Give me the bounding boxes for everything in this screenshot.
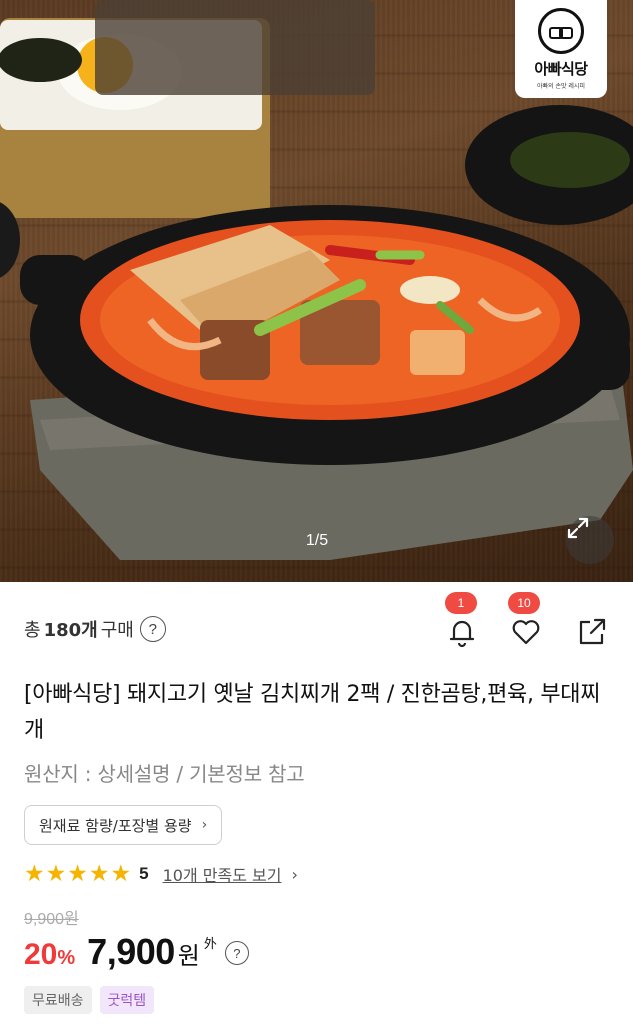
notification-badge: 1 xyxy=(445,592,477,614)
logo-subtext: 아빠의 손맛 레시피 xyxy=(537,83,585,90)
expand-image-button[interactable] xyxy=(566,516,614,564)
star-icon: ★ xyxy=(88,860,110,887)
like-button[interactable] xyxy=(506,612,546,652)
product-image-carousel[interactable]: 아빠식당 아빠의 손맛 레시피 1/5 xyxy=(0,0,633,582)
share-icon xyxy=(579,618,606,645)
logo-text: 아빠식당 xyxy=(534,60,588,78)
sale-price: 7,900 xyxy=(87,931,175,972)
discount-unit: % xyxy=(57,947,76,969)
tag-free-shipping: 무료배송 xyxy=(24,986,92,1014)
chef-face-icon xyxy=(538,8,584,54)
purchase-prefix: 총 xyxy=(24,620,41,641)
original-price: 9,900원 xyxy=(24,911,79,928)
brand-logo: 아빠식당 아빠의 손맛 레시피 xyxy=(515,0,607,98)
purchase-suffix: 구매 xyxy=(100,620,134,641)
question-circle-icon[interactable]: ? xyxy=(139,616,166,642)
product-title: [아빠식당] 돼지고기 옛날 김치찌개 2팩 / 진한곰탕,편육, 부대찌개 xyxy=(24,682,601,743)
notify-button[interactable] xyxy=(442,612,482,652)
chevron-right-icon[interactable]: › xyxy=(291,865,297,884)
rating-score: 5 xyxy=(139,864,149,883)
star-rating: ★ ★ ★ ★ ★ xyxy=(24,860,132,887)
product-origin: 원산지 : 상세설명 / 기본정보 참고 xyxy=(24,762,305,786)
tag-goodluck-item: 굿럭템 xyxy=(99,986,155,1014)
heart-icon xyxy=(512,620,540,645)
star-icon: ★ xyxy=(67,860,88,887)
like-count-badge: 10 xyxy=(508,592,540,614)
ingredient-info-button[interactable]: 원재료 함량/포장별 용량 › xyxy=(24,805,223,845)
star-icon: ★ xyxy=(110,860,132,887)
expand-diagonal-icon xyxy=(567,517,589,539)
price-row: 20 % 7,900 원 外 ? xyxy=(24,931,249,975)
image-pager-indicator: 1/5 xyxy=(305,532,329,549)
review-link[interactable]: 10개 만족도 보기 xyxy=(163,862,282,886)
product-tags: 무료배송 굿럭템 xyxy=(24,986,155,1014)
rating-row: ★ ★ ★ ★ ★ 5 10개 만족도 보기 › xyxy=(24,860,298,888)
discount-rate: 20 xyxy=(24,938,58,971)
star-icon: ★ xyxy=(24,860,45,887)
price-extra-mark: 外 xyxy=(203,937,217,952)
share-button[interactable] xyxy=(572,612,612,652)
ingredient-info-label: 원재료 함량/포장별 용량 xyxy=(39,816,192,835)
bell-icon xyxy=(449,620,475,648)
purchase-count-value: 180개 xyxy=(43,620,98,641)
star-icon: ★ xyxy=(45,860,67,887)
purchase-count: 총 180개 구매 ? xyxy=(24,614,166,644)
currency-unit: 원 xyxy=(177,942,200,970)
question-circle-icon[interactable]: ? xyxy=(224,941,249,965)
chevron-right-icon: › xyxy=(201,817,208,833)
